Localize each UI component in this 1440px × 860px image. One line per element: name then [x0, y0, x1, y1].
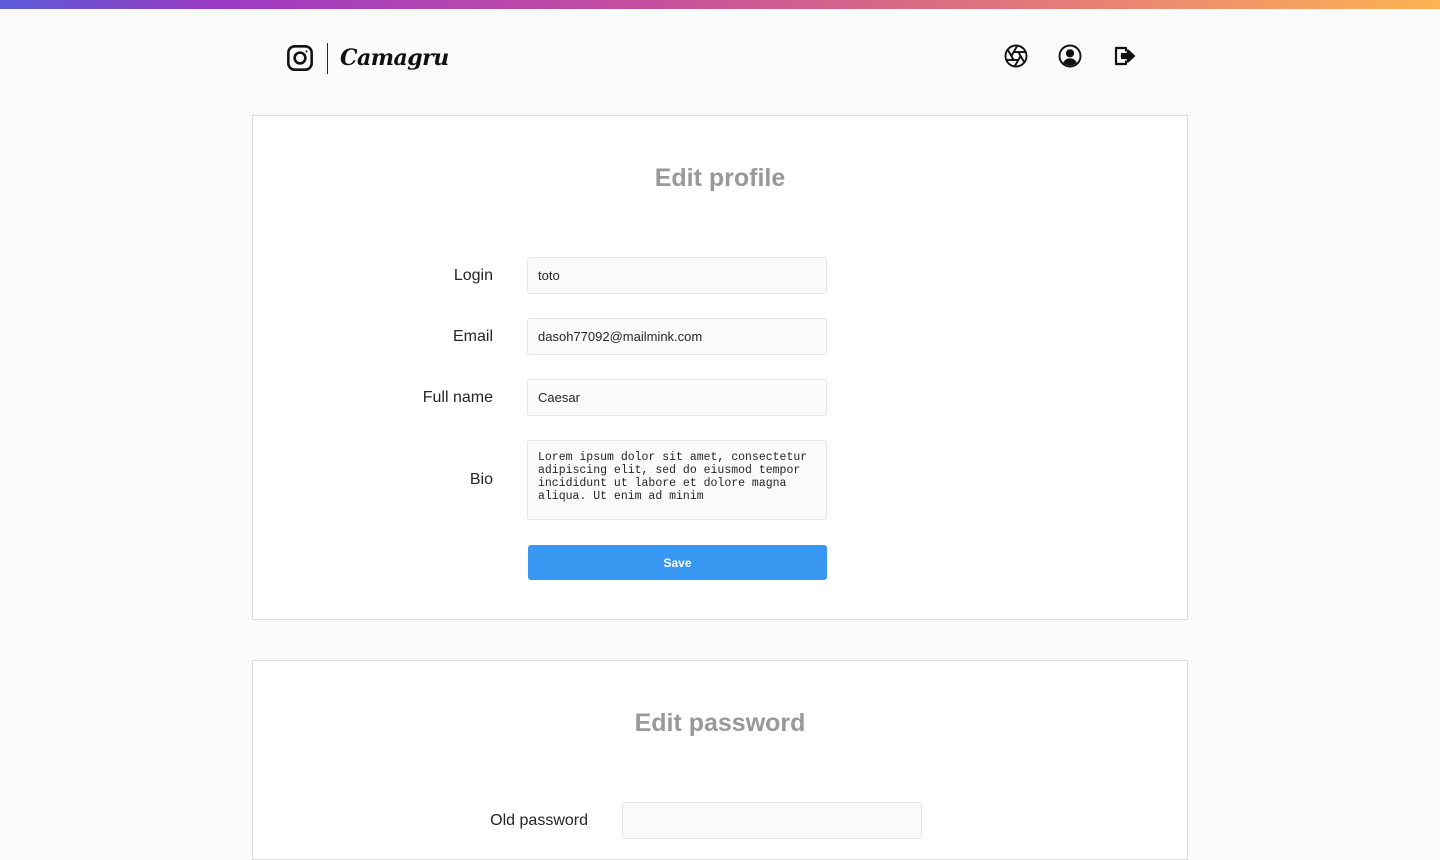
aperture-icon[interactable] — [1004, 44, 1028, 68]
nav-icons — [1004, 44, 1136, 68]
logout-icon[interactable] — [1112, 44, 1136, 68]
brand-wordmark: Camagru — [340, 45, 449, 71]
brand-logo[interactable]: Camagru — [286, 42, 449, 74]
edit-profile-card: Edit profile Login Email Full name Bio L… — [252, 115, 1188, 620]
header: Camagru — [0, 9, 1440, 105]
fullname-input[interactable] — [527, 379, 827, 416]
instagram-icon — [286, 44, 314, 72]
old-password-row: Old password — [253, 802, 922, 839]
user-circle-icon[interactable] — [1058, 44, 1082, 68]
edit-profile-title: Edit profile — [654, 164, 786, 192]
logo-divider — [327, 42, 328, 74]
old-password-input[interactable] — [622, 802, 922, 839]
login-row: Login — [253, 257, 827, 294]
fullname-row: Full name — [253, 379, 827, 416]
save-button[interactable]: Save — [528, 545, 827, 580]
old-password-label: Old password — [490, 811, 588, 829]
login-input[interactable] — [527, 257, 827, 294]
email-label: Email — [452, 327, 493, 345]
email-input[interactable] — [527, 318, 827, 355]
edit-password-title: Edit password — [634, 709, 806, 737]
email-row: Email — [253, 318, 827, 355]
login-label: Login — [453, 266, 493, 284]
top-gradient-bar — [0, 0, 1440, 9]
fullname-label: Full name — [422, 388, 493, 406]
bio-textarea[interactable]: Lorem ipsum dolor sit amet, consectetur … — [527, 440, 827, 520]
edit-password-card: Edit password Old password — [252, 660, 1188, 860]
bio-label: Bio — [469, 471, 493, 488]
bio-row: Bio Lorem ipsum dolor sit amet, consecte… — [253, 440, 827, 520]
